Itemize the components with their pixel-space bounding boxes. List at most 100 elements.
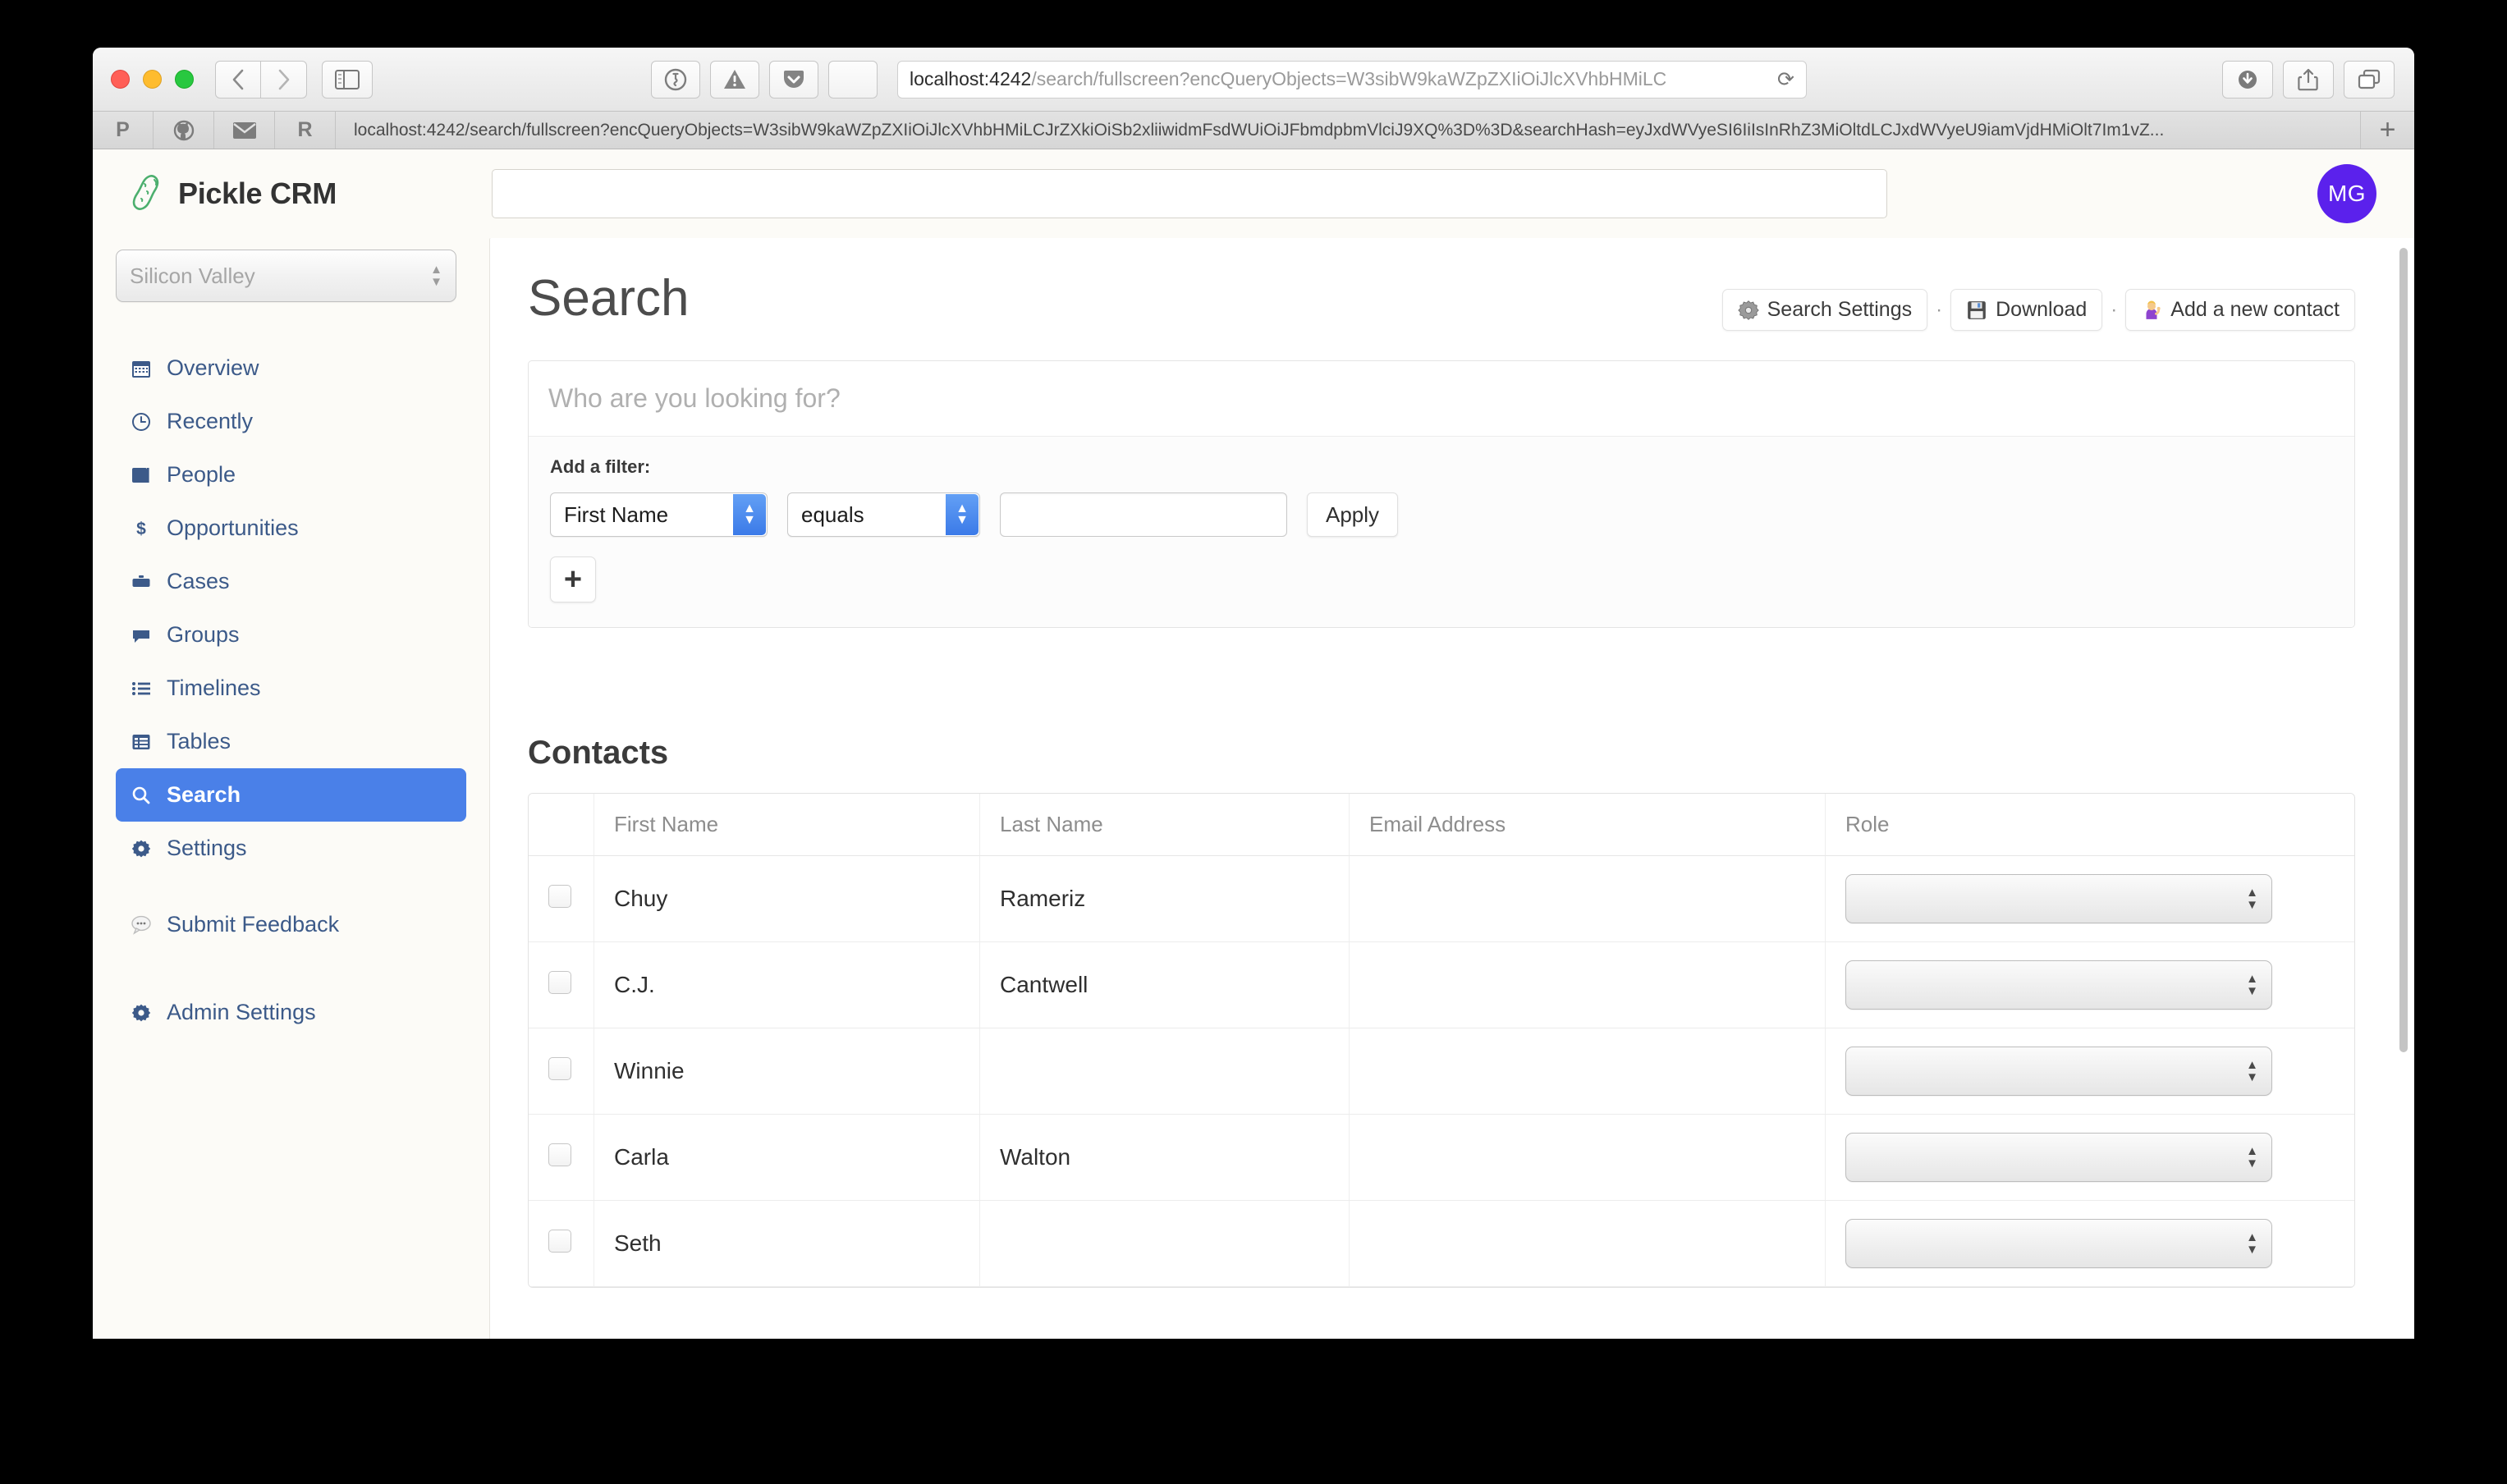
- main-search-field[interactable]: Who are you looking for?: [529, 361, 2354, 437]
- pocket-icon[interactable]: [769, 60, 818, 98]
- sidebar-item-label: Admin Settings: [167, 1000, 316, 1024]
- cell-role[interactable]: ▲ ▼: [1826, 1201, 2354, 1287]
- mail-bookmark-icon[interactable]: [214, 112, 275, 149]
- sidebar-item-timelines[interactable]: Timelines: [116, 662, 466, 715]
- table-row[interactable]: Carla Walton ▲ ▼: [529, 1115, 2354, 1201]
- close-window-button[interactable]: [111, 70, 130, 89]
- sidebar-item-label: Settings: [167, 836, 247, 860]
- cell-role[interactable]: ▲ ▼: [1826, 856, 2354, 942]
- sidebar-item-groups[interactable]: Groups: [116, 608, 466, 662]
- briefcase-icon: [129, 572, 154, 592]
- apply-filter-button[interactable]: Apply: [1307, 492, 1399, 537]
- app-brand[interactable]: Pickle CRM: [131, 172, 475, 215]
- share-icon[interactable]: [2283, 60, 2334, 98]
- sidebar-item-admin-settings[interactable]: Admin Settings: [116, 986, 466, 1039]
- chevron-updown-icon: ▲ ▼: [2246, 1057, 2258, 1084]
- github-bookmark-icon[interactable]: [154, 112, 214, 149]
- sidebar-item-opportunities[interactable]: $ Opportunities: [116, 502, 466, 555]
- column-header-last-name[interactable]: Last Name: [980, 794, 1350, 856]
- row-checkbox[interactable]: [548, 1143, 571, 1166]
- row-checkbox[interactable]: [548, 970, 571, 994]
- avatar[interactable]: MG: [2317, 164, 2376, 223]
- minimize-window-button[interactable]: [143, 70, 162, 89]
- new-tab-button[interactable]: +: [2360, 112, 2414, 149]
- row-select-cell[interactable]: [529, 942, 594, 1028]
- onepassword-icon[interactable]: [651, 60, 700, 98]
- search-panel: Who are you looking for? Add a filter: F…: [528, 360, 2355, 628]
- table-icon: [129, 732, 154, 752]
- main-scrollbar[interactable]: [2398, 238, 2409, 1339]
- cell-email: [1350, 1201, 1826, 1287]
- table-row[interactable]: Seth ▲ ▼: [529, 1201, 2354, 1287]
- url-path: /search/fullscreen?encQueryObjects=W3sib…: [1031, 68, 1667, 89]
- table-row[interactable]: Chuy Rameriz ▲ ▼: [529, 856, 2354, 942]
- column-header-role[interactable]: Role: [1826, 794, 2354, 856]
- cell-email: [1350, 942, 1826, 1028]
- download-button[interactable]: Download: [1950, 289, 2103, 331]
- back-button[interactable]: [215, 60, 261, 98]
- downloads-icon[interactable]: [2222, 60, 2273, 98]
- sidebar-item-tables[interactable]: Tables: [116, 715, 466, 768]
- role-select[interactable]: ▲ ▼: [1845, 960, 2272, 1010]
- browser-titlebar: localhost:4242 /search/fullscreen?encQue…: [93, 48, 2414, 112]
- row-select-cell[interactable]: [529, 1201, 594, 1287]
- contacts-table: First Name Last Name Email Address Role …: [528, 793, 2355, 1288]
- cell-role[interactable]: ▲ ▼: [1826, 942, 2354, 1028]
- sidebar-toggle-button[interactable]: [322, 60, 373, 98]
- add-filter-button[interactable]: +: [550, 556, 596, 602]
- sidebar-item-settings[interactable]: Settings: [116, 822, 466, 875]
- list-icon: [129, 679, 154, 698]
- warning-icon[interactable]: [710, 60, 759, 98]
- speech-bubble-icon: [129, 915, 154, 935]
- address-bar[interactable]: localhost:4242 /search/fullscreen?encQue…: [897, 60, 1807, 98]
- role-select[interactable]: ▲ ▼: [1845, 1219, 2272, 1268]
- main-search-placeholder: Who are you looking for?: [548, 383, 841, 413]
- sidebar-item-recently[interactable]: Recently: [116, 395, 466, 448]
- cell-role[interactable]: ▲ ▼: [1826, 1115, 2354, 1201]
- filter-field-select[interactable]: First Name ▲ ▼: [550, 492, 768, 537]
- role-select[interactable]: ▲ ▼: [1845, 1133, 2272, 1182]
- sidebar-item-search[interactable]: Search: [116, 768, 466, 822]
- search-settings-button[interactable]: Search Settings: [1721, 289, 1928, 331]
- add-new-contact-button[interactable]: Add a new contact: [2125, 289, 2355, 331]
- row-checkbox[interactable]: [548, 884, 571, 908]
- table-row[interactable]: Winnie ▲ ▼: [529, 1028, 2354, 1115]
- pocket-bookmark-icon[interactable]: P: [93, 112, 154, 149]
- table-row[interactable]: C.J. Cantwell ▲ ▼: [529, 942, 2354, 1028]
- global-search-input[interactable]: [492, 169, 1887, 218]
- app-title: Pickle CRM: [178, 176, 337, 210]
- row-select-cell[interactable]: [529, 856, 594, 942]
- extension-buttons: [651, 60, 878, 98]
- reload-button[interactable]: ⟳: [1769, 67, 1794, 92]
- filter-operator-select[interactable]: equals ▲ ▼: [787, 492, 980, 537]
- cell-first-name: Carla: [594, 1115, 980, 1201]
- organization-select[interactable]: Silicon Valley ▲ ▼: [116, 250, 456, 302]
- book-icon: [129, 465, 154, 485]
- cell-last-name: [980, 1201, 1350, 1287]
- sidebar: Silicon Valley ▲ ▼ Overview Recently Peo…: [93, 238, 489, 1339]
- reddit-bookmark-icon[interactable]: R: [275, 112, 336, 149]
- cell-role[interactable]: ▲ ▼: [1826, 1028, 2354, 1115]
- forward-button[interactable]: [261, 60, 307, 98]
- sidebar-item-people[interactable]: People: [116, 448, 466, 502]
- row-select-cell[interactable]: [529, 1028, 594, 1115]
- row-checkbox[interactable]: [548, 1056, 571, 1080]
- cell-first-name: Winnie: [594, 1028, 980, 1115]
- scrollbar-thumb[interactable]: [2399, 248, 2408, 1052]
- row-select-cell[interactable]: [529, 1115, 594, 1201]
- sidebar-item-cases[interactable]: Cases: [116, 555, 466, 608]
- role-select[interactable]: ▲ ▼: [1845, 1047, 2272, 1096]
- tabs-icon[interactable]: [2344, 60, 2395, 98]
- sidebar-item-overview[interactable]: Overview: [116, 341, 466, 395]
- filter-value-input[interactable]: [1000, 492, 1287, 537]
- maximize-window-button[interactable]: [175, 70, 194, 89]
- chevron-updown-icon: ▲ ▼: [946, 494, 979, 535]
- role-select[interactable]: ▲ ▼: [1845, 874, 2272, 923]
- floppy-disk-icon: [1966, 300, 1987, 321]
- column-header-first-name[interactable]: First Name: [594, 794, 980, 856]
- shield-icon[interactable]: [828, 60, 878, 98]
- chevron-updown-icon: ▲ ▼: [2246, 1230, 2258, 1257]
- row-checkbox[interactable]: [548, 1229, 571, 1253]
- sidebar-item-submit-feedback[interactable]: Submit Feedback: [116, 898, 466, 951]
- column-header-email[interactable]: Email Address: [1350, 794, 1826, 856]
